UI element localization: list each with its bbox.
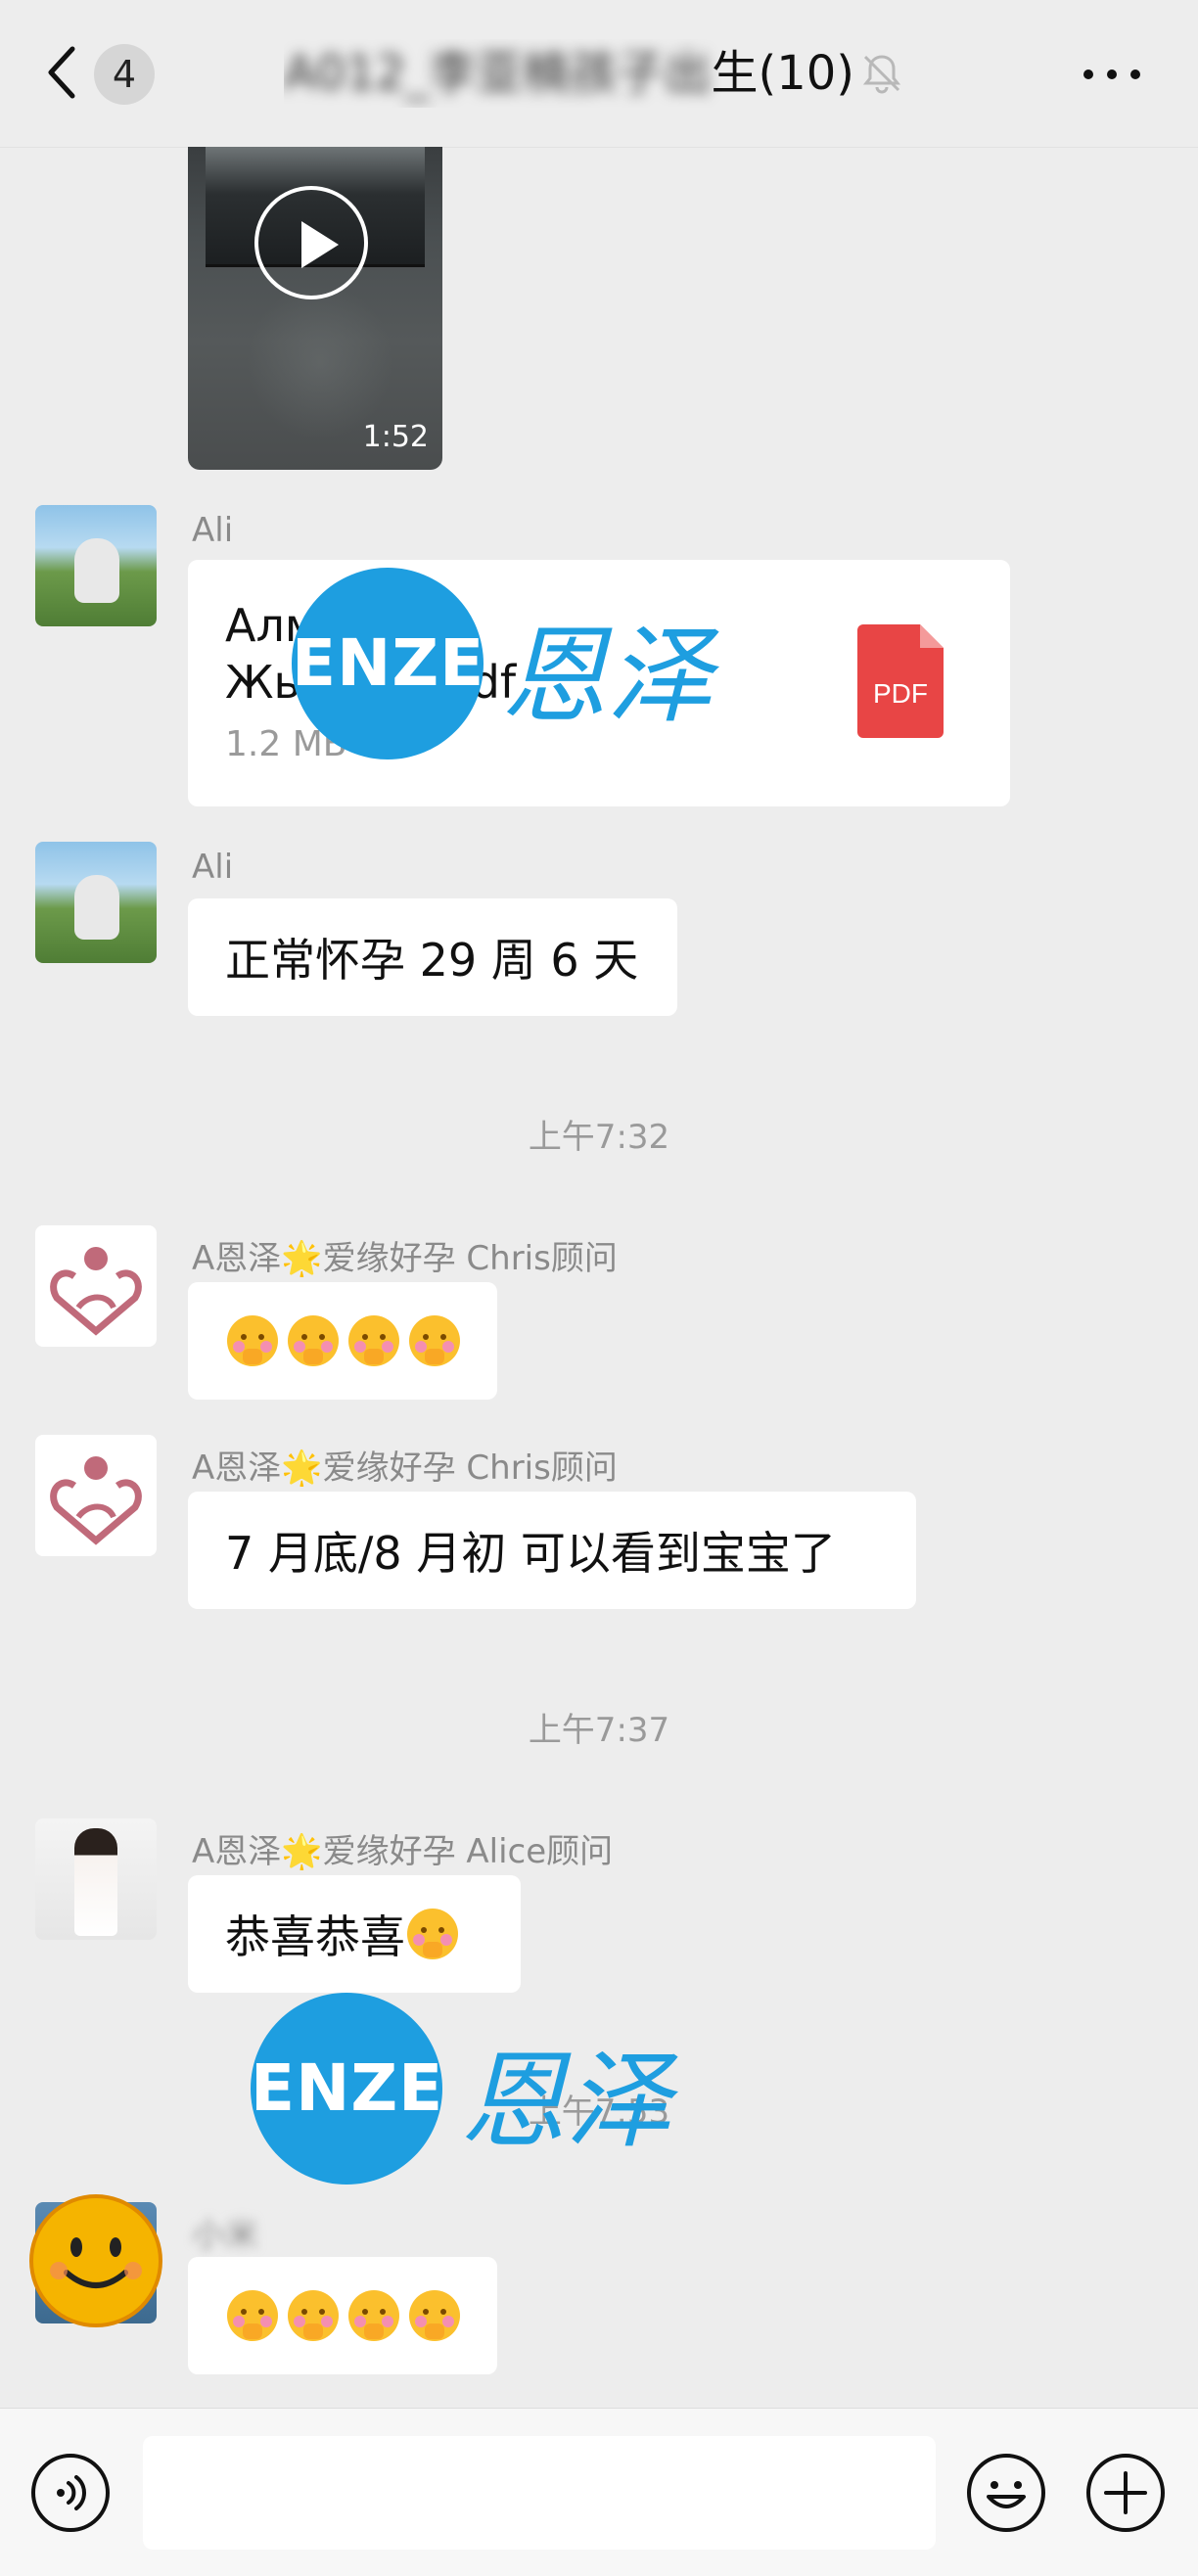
bell-off-icon xyxy=(862,55,901,94)
enze-watermark-logo: ENZE xyxy=(292,568,484,759)
unread-count-badge[interactable]: 4 xyxy=(94,44,155,105)
smiley-icon[interactable] xyxy=(965,2452,1047,2534)
message-content: 恭喜恭喜 xyxy=(225,1875,466,1993)
chat-title-visible: 生(10) xyxy=(711,46,852,101)
smiley-face-icon xyxy=(29,2194,162,2327)
text-message[interactable]: 正常怀孕 29 周 6 天 xyxy=(188,898,677,1016)
blush-emoji-icon xyxy=(409,1315,460,1366)
avatar-ali[interactable] xyxy=(35,505,157,626)
emoji-message[interactable] xyxy=(188,1282,497,1400)
video-thumbnail-glare xyxy=(247,284,393,440)
emoji-row xyxy=(225,2257,468,2374)
message-input[interactable] xyxy=(143,2436,936,2550)
plus-icon[interactable] xyxy=(1084,2452,1167,2534)
video-message[interactable]: 1:52 xyxy=(188,147,442,470)
emoji-row xyxy=(225,1282,468,1400)
chat-header: 4 A012_李亚楠孩子出生(10) xyxy=(0,0,1198,148)
blush-emoji-icon xyxy=(227,1315,278,1366)
blush-emoji-icon xyxy=(227,2290,278,2341)
text-message[interactable]: 7 月底/8 月初 可以看到宝宝了 xyxy=(188,1492,916,1609)
timestamp: 上午7:32 xyxy=(528,1118,670,1157)
message-text: 恭喜恭喜 xyxy=(225,1910,405,1963)
sender-name: A恩泽🌟爱缘好孕 Alice顾问 xyxy=(192,1832,614,1871)
avatar-chris[interactable] xyxy=(35,1225,157,1347)
voice-icon[interactable] xyxy=(29,2452,112,2534)
blush-emoji-icon xyxy=(409,2290,460,2341)
enze-watermark-logo: ENZE xyxy=(251,1993,442,2185)
pdf-icon: PDF xyxy=(857,624,944,738)
blush-emoji-icon xyxy=(288,1315,339,1366)
play-icon[interactable] xyxy=(254,186,368,299)
sender-name: A恩泽🌟爱缘好孕 Chris顾问 xyxy=(192,1449,618,1488)
sender-name: Ali xyxy=(192,511,234,550)
chevron-left-icon[interactable] xyxy=(43,43,82,102)
chat-title: A012_李亚楠孩子出生(10) xyxy=(284,39,852,108)
sender-name: Ali xyxy=(192,848,234,887)
enze-watermark-cn: 恩泽 xyxy=(501,616,714,738)
enze-watermark-cn: 恩泽 xyxy=(460,2041,672,2163)
pdf-label: PDF xyxy=(873,678,928,709)
text-message[interactable]: 恭喜恭喜 xyxy=(188,1875,521,1993)
blush-emoji-icon xyxy=(288,2290,339,2341)
enze-watermark: ENZE 恩泽 xyxy=(251,1993,681,2188)
enze-watermark: ENZE 恩泽 xyxy=(292,568,722,763)
heart-logo-icon xyxy=(50,1456,142,1545)
chat-title-blurred: A012_李亚楠孩子出 xyxy=(284,46,712,101)
more-dots-icon[interactable] xyxy=(1081,65,1143,84)
blush-emoji-icon xyxy=(407,1909,458,1959)
blush-emoji-icon xyxy=(348,2290,399,2341)
blush-emoji-icon xyxy=(348,1315,399,1366)
avatar-ali[interactable] xyxy=(35,842,157,963)
message-text: 正常怀孕 29 周 6 天 xyxy=(225,934,639,987)
input-bar xyxy=(0,2408,1198,2576)
emoji-message[interactable] xyxy=(188,2257,497,2374)
heart-logo-icon xyxy=(50,1247,142,1336)
sender-name: 小米 xyxy=(192,2216,258,2255)
avatar-chris[interactable] xyxy=(35,1435,157,1556)
timestamp: 上午7:37 xyxy=(528,1711,670,1750)
sender-name: A恩泽🌟爱缘好孕 Chris顾问 xyxy=(192,1239,618,1278)
message-text: 7 月底/8 月初 可以看到宝宝了 xyxy=(225,1527,836,1580)
avatar-alice[interactable] xyxy=(35,1818,157,1940)
video-duration: 1:52 xyxy=(362,420,429,454)
